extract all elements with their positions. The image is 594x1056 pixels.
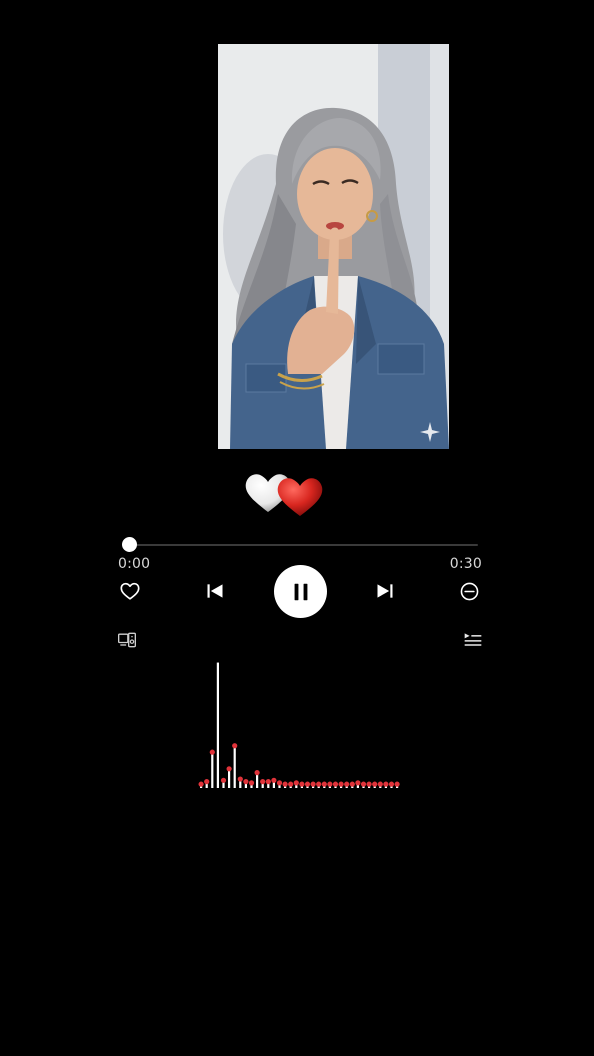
- visualizer-peak: [394, 781, 400, 787]
- visualizer-peak: [360, 781, 367, 787]
- visualizer-peak: [237, 776, 243, 782]
- visualizer-peak: [243, 779, 249, 785]
- cover-illustration: [218, 44, 449, 449]
- connect-device-button[interactable]: [116, 630, 138, 650]
- previous-button[interactable]: [203, 579, 227, 603]
- total-time: 0:30: [449, 556, 482, 572]
- visualizer-peak: [254, 770, 260, 776]
- visualizer-peak: [299, 781, 305, 787]
- progress-slider[interactable]: [122, 536, 480, 552]
- visualizer-peak: [248, 780, 255, 786]
- progress-track: [128, 544, 478, 546]
- like-button[interactable]: [118, 579, 142, 603]
- visualizer-peak: [388, 781, 395, 787]
- visualizer-peak: [288, 781, 294, 787]
- visualizer-peak: [344, 781, 350, 787]
- visualizer-bar: [216, 662, 219, 788]
- hearts-decoration: [244, 470, 328, 518]
- visualizer-peak: [232, 743, 238, 749]
- visualizer-peak: [321, 781, 327, 787]
- visualizer-peak: [265, 779, 271, 785]
- visualizer-peak: [209, 749, 215, 755]
- skip-next-icon: [377, 584, 393, 598]
- visualizer-peak: [282, 781, 288, 787]
- visualizer-peak: [383, 781, 389, 787]
- visualizer-peak: [332, 781, 339, 787]
- queue-button[interactable]: [462, 630, 484, 650]
- visualizer-peak: [304, 781, 311, 787]
- skip-previous-icon: [207, 584, 223, 598]
- audio-visualizer: [196, 654, 402, 792]
- heart-outline-icon: [120, 582, 140, 600]
- visualizer-peak: [316, 781, 322, 787]
- queue-list-icon: [464, 633, 482, 646]
- remove-button[interactable]: [457, 579, 481, 603]
- visualizer-peak: [220, 777, 227, 783]
- visualizer-bar: [233, 745, 236, 788]
- visualizer-peak: [372, 781, 378, 787]
- visualizer-peak: [327, 781, 333, 787]
- progress-thumb[interactable]: [122, 537, 137, 552]
- visualizer-peak: [310, 781, 316, 787]
- visualizer-peak: [355, 780, 361, 786]
- visualizer-peak: [271, 777, 277, 783]
- album-cover: [218, 44, 449, 449]
- visualizer-peak: [198, 781, 204, 787]
- visualizer-bar: [228, 768, 231, 788]
- visualizer-peak: [204, 779, 210, 785]
- visualizer-peak: [377, 781, 383, 787]
- connect-device-icon: [118, 632, 136, 648]
- visualizer-peak: [293, 780, 299, 786]
- red-heart-icon: [277, 478, 323, 516]
- visualizer-peak: [366, 781, 372, 787]
- visualizer-peak: [338, 781, 344, 787]
- next-button[interactable]: [373, 579, 397, 603]
- visualizer-peak: [349, 781, 355, 787]
- visualizer-bar: [211, 752, 214, 788]
- visualizer-peak: [276, 780, 283, 786]
- visualizer-peak: [260, 779, 266, 785]
- visualizer-peak: [226, 766, 232, 772]
- minus-circle-icon: [460, 582, 478, 600]
- current-time: 0:00: [118, 556, 151, 572]
- play-pause-button[interactable]: [274, 565, 327, 618]
- pause-icon: [294, 583, 307, 600]
